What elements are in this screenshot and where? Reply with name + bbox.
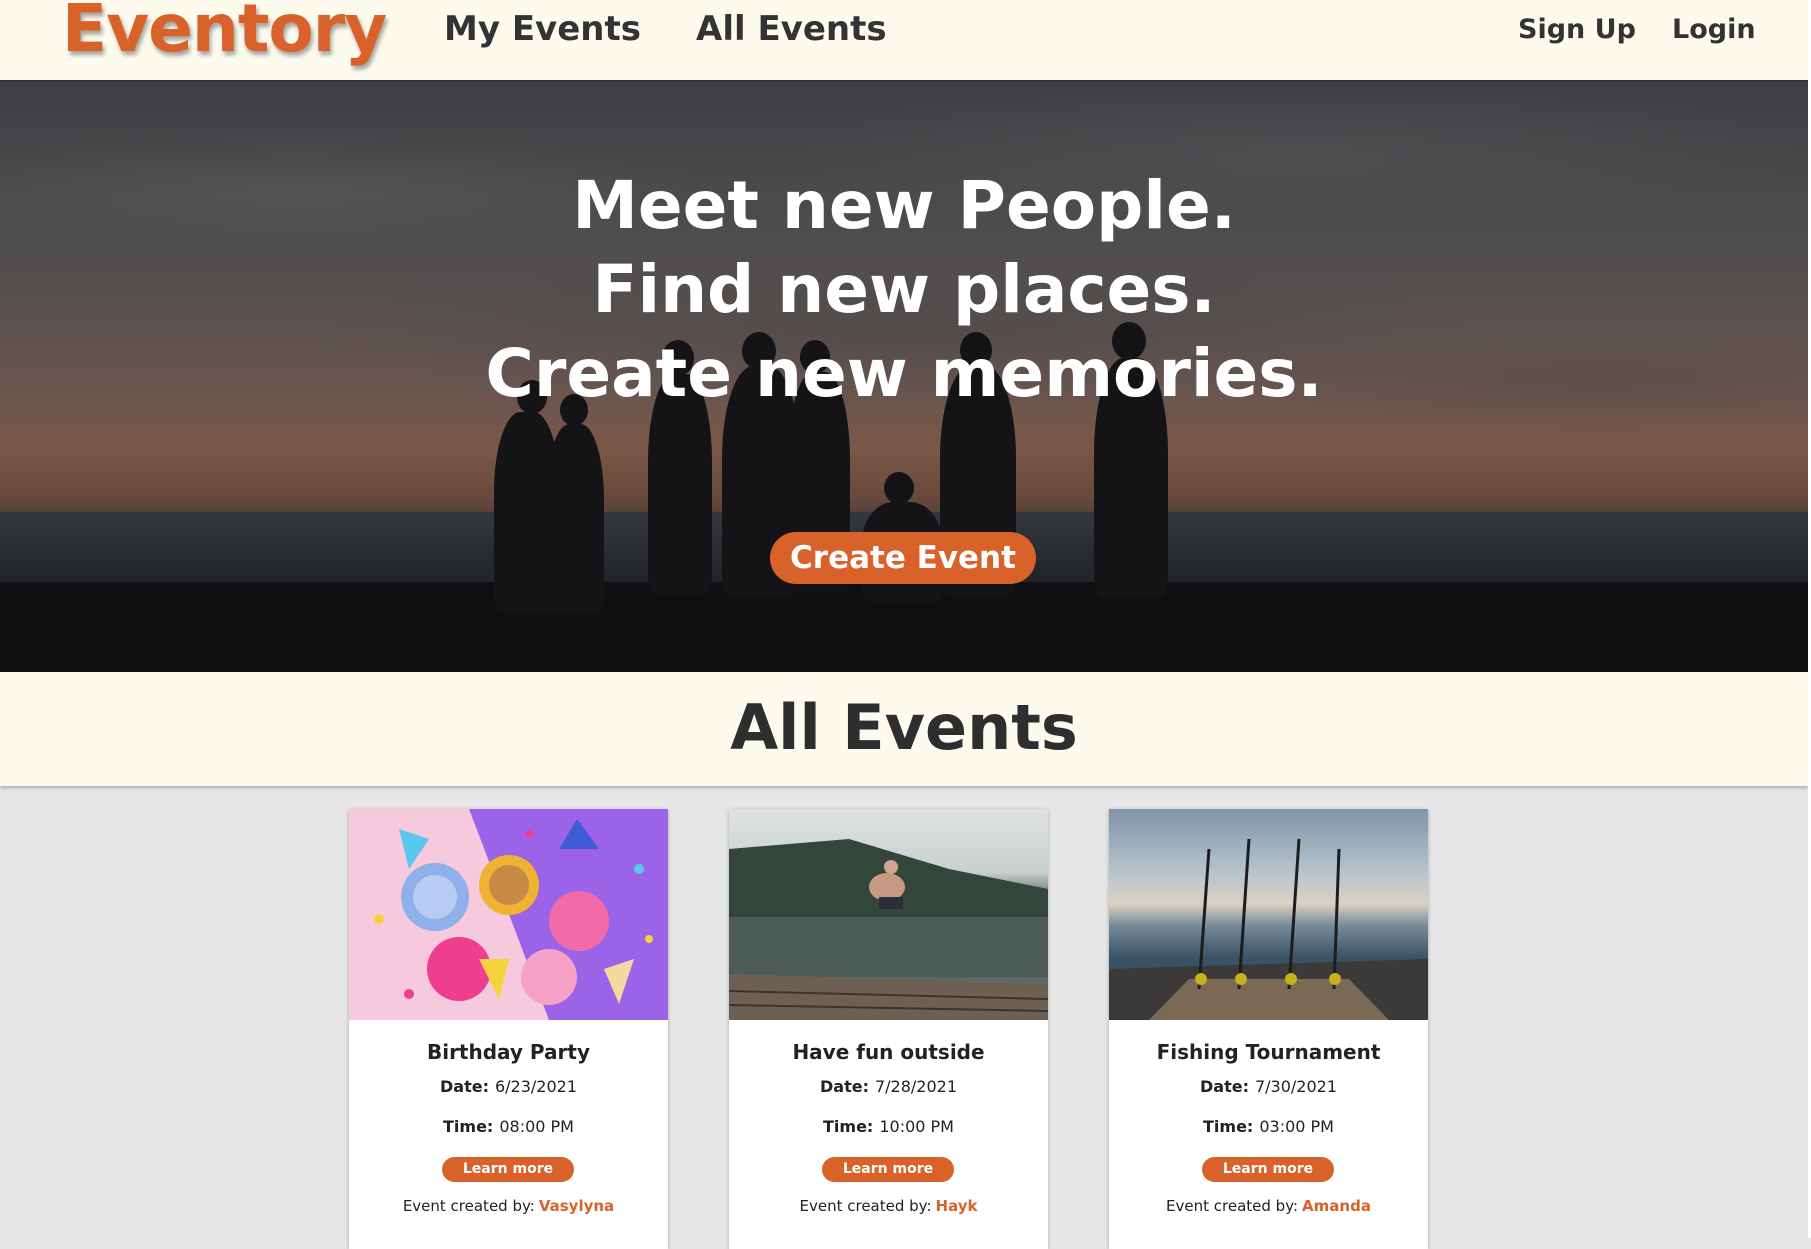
section-title: All Events — [730, 691, 1078, 764]
top-navbar: Eventory My Events All Events Sign Up Lo… — [0, 0, 1808, 82]
nav-all-events[interactable]: All Events — [696, 8, 887, 50]
event-image-fishing[interactable] — [1109, 809, 1428, 1020]
login-link[interactable]: Login — [1672, 12, 1756, 48]
all-events-header: All Events — [0, 672, 1808, 786]
date-label: Date: — [439, 1077, 489, 1096]
date-label: Date: — [1199, 1077, 1249, 1096]
event-image-outside[interactable] — [729, 809, 1048, 1020]
event-title: Birthday Party — [426, 1040, 591, 1064]
creator-name[interactable]: Hayk — [936, 1197, 978, 1215]
time-label: Time: — [1203, 1117, 1254, 1136]
event-image-birthday[interactable] — [349, 809, 668, 1020]
event-date: 7/30/2021 — [1254, 1077, 1338, 1096]
created-by-label: Event created by: — [799, 1197, 932, 1215]
event-date: 7/28/2021 — [874, 1077, 958, 1096]
event-title: Fishing Tournament — [1156, 1040, 1381, 1064]
event-date-row: Date: 7/30/2021 — [1109, 1076, 1428, 1098]
time-label: Time: — [443, 1117, 494, 1136]
event-time: 03:00 PM — [1259, 1117, 1334, 1136]
date-label: Date: — [819, 1077, 869, 1096]
create-event-button[interactable]: Create Event — [770, 532, 1036, 584]
nav-my-events[interactable]: My Events — [444, 8, 641, 50]
event-creator: Event created by: Hayk — [729, 1195, 1048, 1217]
brand-logo[interactable]: Eventory — [62, 0, 387, 64]
learn-more-button[interactable]: Learn more — [1202, 1157, 1334, 1182]
hero-banner: Meet new People. Find new places. Create… — [0, 82, 1808, 672]
event-date: 6/23/2021 — [494, 1077, 578, 1096]
event-time-row: Time: 10:00 PM — [729, 1116, 1048, 1138]
hero-line-3: Create new memories. — [485, 335, 1323, 412]
created-by-label: Event created by: — [402, 1197, 535, 1215]
event-card: Fishing Tournament Date: 7/30/2021 Time: 0… — [1109, 809, 1428, 1249]
hero-line-2: Find new places. — [592, 251, 1216, 328]
event-time-row: Time: 03:00 PM — [1109, 1116, 1428, 1138]
event-creator: Event created by: Vasylyna — [349, 1195, 668, 1217]
learn-more-button[interactable]: Learn more — [822, 1157, 954, 1182]
event-title: Have fun outside — [792, 1040, 985, 1064]
creator-name[interactable]: Amanda — [1302, 1197, 1371, 1215]
event-date-row: Date: 7/28/2021 — [729, 1076, 1048, 1098]
event-card: Birthday Party Date: 6/23/2021 Time: 08:00… — [349, 809, 668, 1249]
event-time: 08:00 PM — [499, 1117, 574, 1136]
event-creator: Event created by: Amanda — [1109, 1195, 1428, 1217]
creator-name[interactable]: Vasylyna — [539, 1197, 614, 1215]
sign-up-link[interactable]: Sign Up — [1518, 12, 1636, 48]
created-by-label: Event created by: — [1166, 1197, 1299, 1215]
hero-line-1: Meet new People. — [572, 167, 1236, 244]
event-time: 10:00 PM — [879, 1117, 954, 1136]
hero-headline: Meet new People. Find new places. Create… — [0, 164, 1808, 416]
event-card: Have fun outside Date: 7/28/2021 Time: 10:… — [729, 809, 1048, 1249]
event-time-row: Time: 08:00 PM — [349, 1116, 668, 1138]
time-label: Time: — [823, 1117, 874, 1136]
event-date-row: Date: 6/23/2021 — [349, 1076, 668, 1098]
learn-more-button[interactable]: Learn more — [442, 1157, 574, 1182]
